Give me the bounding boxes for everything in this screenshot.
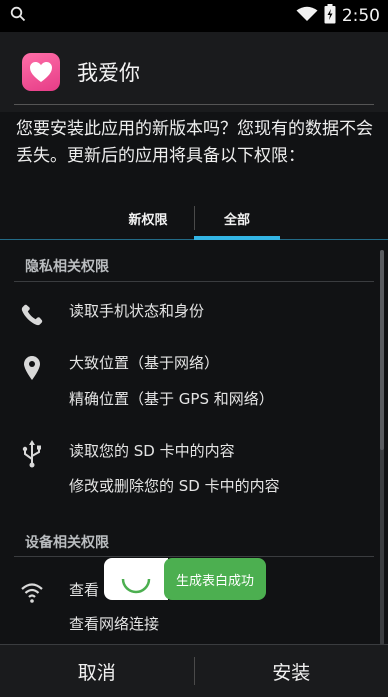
scrollbar[interactable] xyxy=(380,250,384,645)
section-title-privacy: 隐私相关权限 xyxy=(25,259,109,275)
scrollbar-thumb[interactable] xyxy=(380,250,384,450)
permission-view-wifi: 查看 xyxy=(69,581,100,599)
location-pin-icon xyxy=(18,354,46,382)
usb-icon xyxy=(18,440,46,468)
permission-view-network: 查看网络连接 xyxy=(69,615,160,633)
wifi-status-icon xyxy=(296,6,318,26)
bottom-action-bar: 取消 安装 xyxy=(0,644,388,697)
cancel-button[interactable]: 取消 xyxy=(0,645,194,697)
toast: 生成表白成功 xyxy=(104,558,267,600)
app-header: 我爱你 xyxy=(0,32,388,112)
header-divider xyxy=(14,104,374,105)
section-divider xyxy=(14,281,374,282)
permission-modify-sd-card: 修改或删除您的 SD 卡中的内容 xyxy=(69,477,280,495)
install-button[interactable]: 安装 xyxy=(195,645,388,697)
search-icon[interactable] xyxy=(10,6,26,26)
permission-fine-location: 精确位置（基于 GPS 和网络） xyxy=(69,390,274,408)
status-bar: 2:50 xyxy=(0,0,388,32)
permission-tabs: 新权限 全部 xyxy=(0,196,388,240)
heart-app-icon xyxy=(22,53,60,91)
permission-coarse-location: 大致位置（基于网络） xyxy=(69,354,220,372)
permission-read-sd-card: 读取您的 SD 卡中的内容 xyxy=(69,442,235,460)
tab-new-permissions[interactable]: 新权限 xyxy=(102,196,194,240)
status-time: 2:50 xyxy=(341,6,380,26)
battery-icon xyxy=(324,4,336,28)
tab-all-permissions[interactable]: 全部 xyxy=(194,196,280,240)
phone-icon xyxy=(18,301,46,329)
section-divider xyxy=(14,556,374,557)
wifi-icon xyxy=(18,578,46,606)
toast-message: 生成表白成功 xyxy=(164,558,267,600)
app-title: 我爱你 xyxy=(77,61,140,85)
loading-spinner xyxy=(104,558,168,600)
permission-read-phone-state: 读取手机状态和身份 xyxy=(69,302,205,320)
section-title-device: 设备相关权限 xyxy=(25,535,109,551)
install-intro-text: 您要安装此应用的新版本吗？您现有的数据不会丢失。更新后的应用将具备以下权限： xyxy=(16,119,373,166)
